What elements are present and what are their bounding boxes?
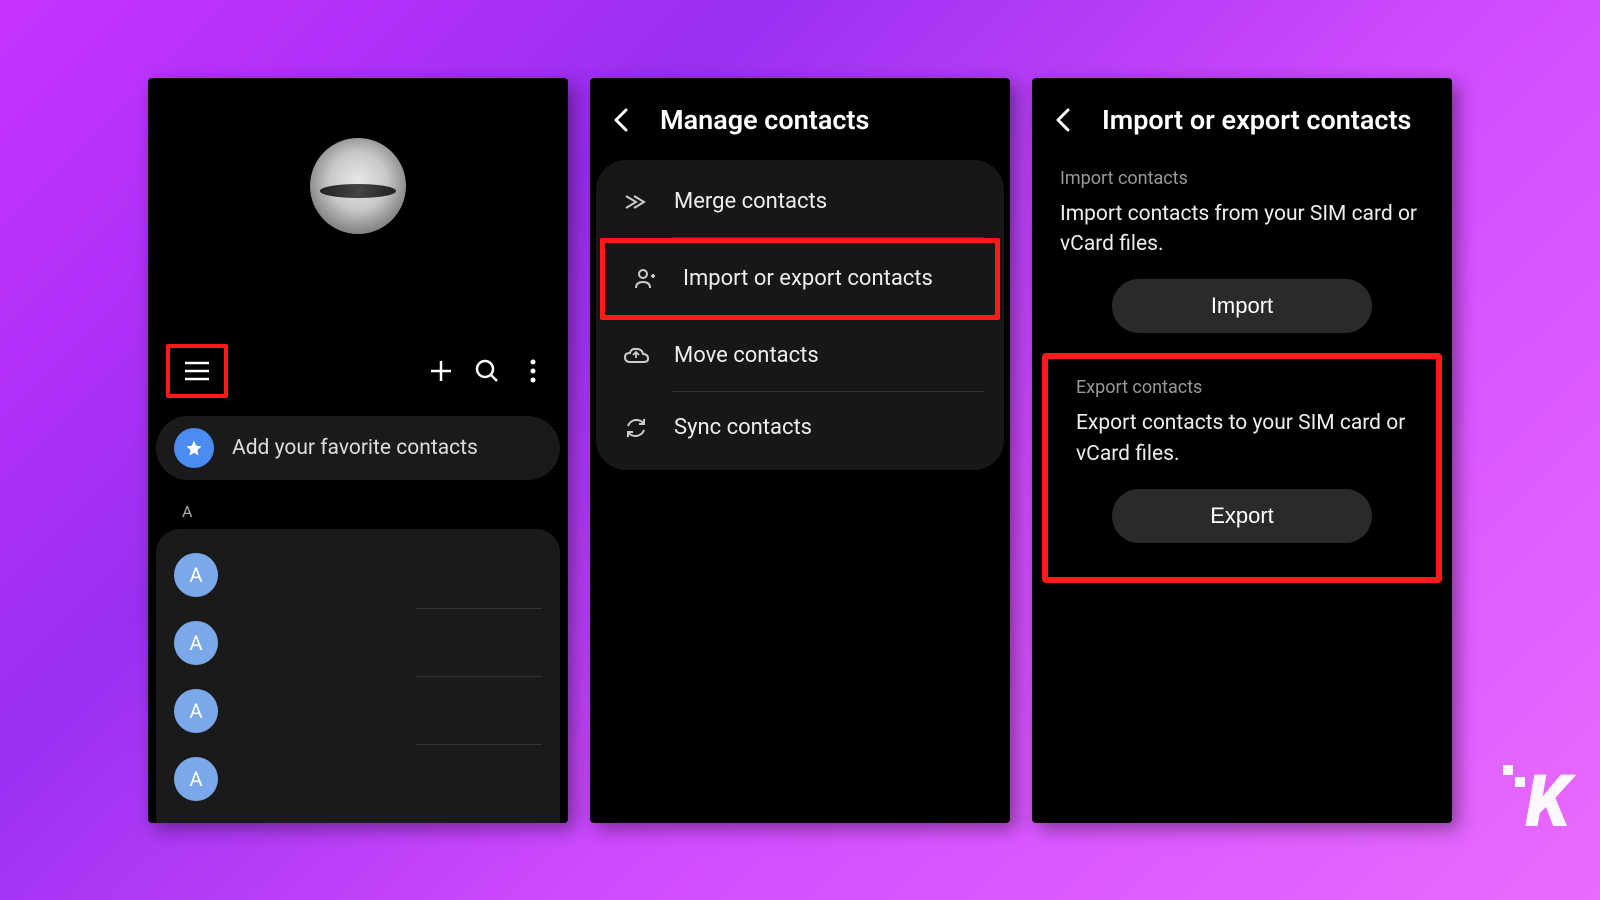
page-title: Manage contacts	[660, 104, 869, 136]
menu-item-merge[interactable]: Merge contacts	[596, 166, 1004, 238]
add-icon[interactable]	[424, 354, 458, 388]
section-letter: A	[182, 502, 568, 521]
merge-icon	[622, 188, 650, 216]
contact-row[interactable]: A	[174, 677, 542, 745]
star-icon	[174, 428, 214, 468]
manage-contacts-screen: Manage contacts Merge contacts Import or…	[590, 78, 1010, 823]
menu-label: Merge contacts	[674, 189, 827, 214]
contact-name	[416, 677, 542, 745]
highlight-hamburger	[166, 344, 228, 398]
back-icon[interactable]	[1054, 106, 1082, 134]
contact-list: A A A A	[156, 529, 560, 823]
menu-panel: Merge contacts Import or export contacts…	[596, 160, 1004, 470]
sync-icon	[622, 414, 650, 442]
cloud-icon	[622, 342, 650, 370]
menu-label: Import or export contacts	[683, 266, 933, 291]
contact-name	[416, 541, 542, 609]
header: Manage contacts	[590, 78, 1010, 160]
watermark-logo: K	[1525, 759, 1566, 844]
menu-item-import-export[interactable]: Import or export contacts	[600, 238, 1000, 320]
menu-label: Sync contacts	[674, 415, 812, 440]
contact-name	[416, 745, 542, 813]
page-title: Import or export contacts	[1102, 104, 1411, 136]
header: Import or export contacts	[1032, 78, 1452, 160]
back-icon[interactable]	[612, 106, 640, 134]
toolbar	[148, 344, 568, 398]
more-icon[interactable]	[516, 354, 550, 388]
menu-item-move[interactable]: Move contacts	[596, 320, 1004, 392]
contact-avatar: A	[174, 757, 218, 801]
contact-avatar: A	[174, 621, 218, 665]
highlight-export: Export contacts Export contacts to your …	[1042, 353, 1442, 583]
export-button[interactable]: Export	[1112, 489, 1372, 543]
menu-item-sync[interactable]: Sync contacts	[596, 392, 1004, 464]
contacts-home-screen: Add your favorite contacts A A A A A	[148, 78, 568, 823]
contact-avatar: A	[174, 553, 218, 597]
favorites-label: Add your favorite contacts	[232, 436, 478, 460]
import-export-icon	[631, 265, 659, 293]
export-section-label: Export contacts	[1048, 369, 1436, 408]
contact-row[interactable]: A	[174, 609, 542, 677]
contact-row[interactable]: A	[174, 541, 542, 609]
import-section: Import contacts Import contacts from you…	[1032, 160, 1452, 334]
import-description: Import contacts from your SIM card or vC…	[1032, 199, 1452, 280]
menu-icon[interactable]	[180, 354, 214, 388]
contact-avatar: A	[174, 689, 218, 733]
export-description: Export contacts to your SIM card or vCar…	[1048, 408, 1436, 489]
add-favorites-row[interactable]: Add your favorite contacts	[156, 416, 560, 480]
import-button[interactable]: Import	[1112, 279, 1372, 333]
profile-avatar[interactable]	[310, 138, 406, 234]
import-section-label: Import contacts	[1032, 160, 1452, 199]
contact-row[interactable]: A	[174, 745, 542, 813]
contact-name	[416, 609, 542, 677]
menu-label: Move contacts	[674, 343, 819, 368]
import-export-screen: Import or export contacts Import contact…	[1032, 78, 1452, 823]
search-icon[interactable]	[470, 354, 504, 388]
